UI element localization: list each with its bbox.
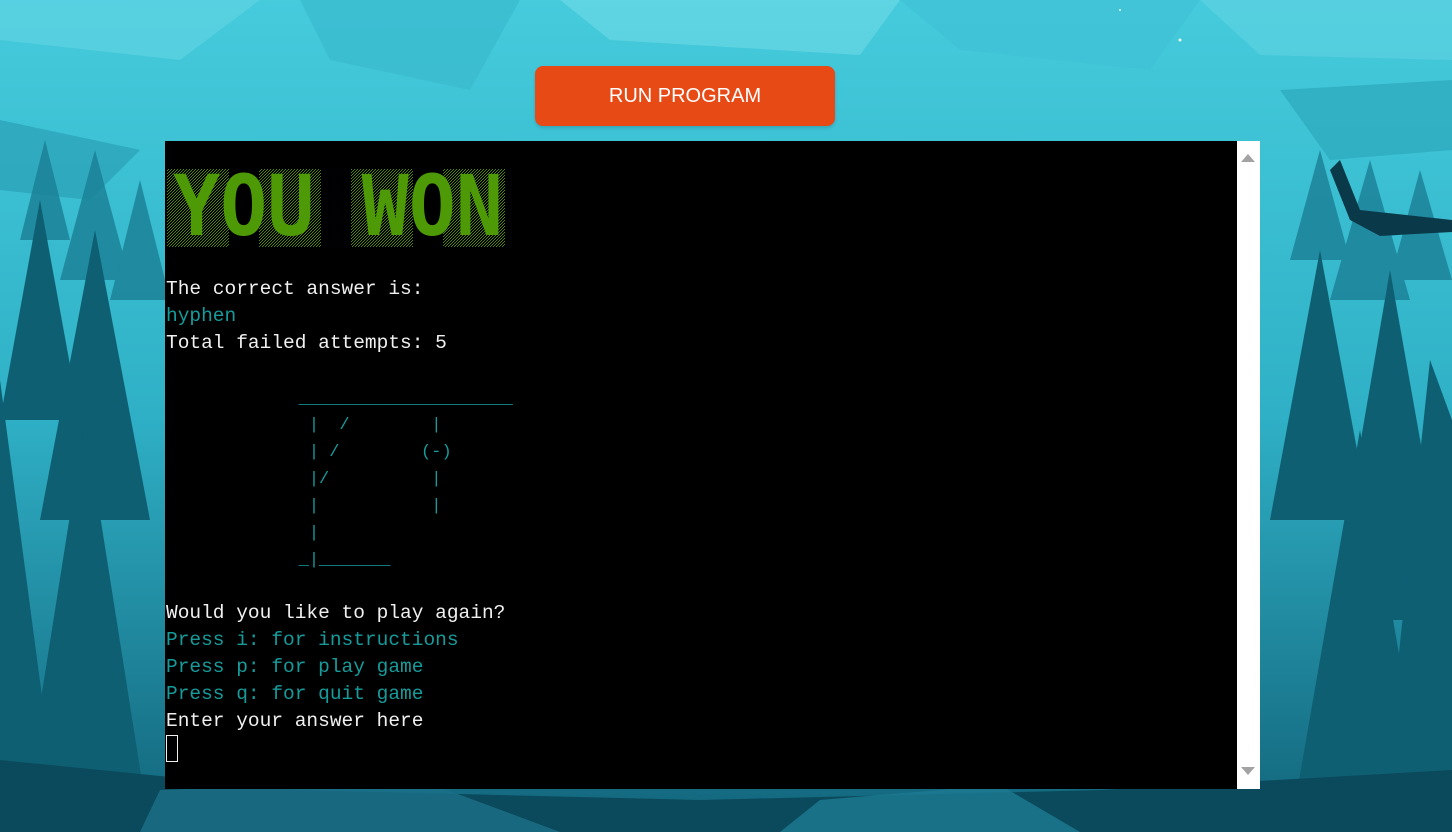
terminal-scrollbar[interactable] xyxy=(1237,141,1260,789)
gallows-line: |/ | xyxy=(166,470,442,489)
option-quit: Press q: for quit game xyxy=(166,683,424,705)
failed-attempts-count: Total failed attempts: 5 xyxy=(166,332,447,354)
terminal-output: YOU WON The correct answer is: hyphen To… xyxy=(165,141,1237,789)
scroll-up-arrow-icon[interactable] xyxy=(1241,154,1255,162)
answer-prompt: Enter your answer here xyxy=(166,710,424,732)
play-again-prompt: Would you like to play again? xyxy=(166,602,506,624)
correct-answer-label: The correct answer is: xyxy=(166,278,424,300)
you-won-banner-text: YOU WON xyxy=(173,163,503,253)
gallows-line: | | xyxy=(166,497,442,516)
scroll-track[interactable] xyxy=(1237,171,1260,759)
gallows-line: | xyxy=(166,524,320,543)
gallows-line: | / (-) xyxy=(166,443,452,462)
gallows-line: _____________________ xyxy=(166,390,513,409)
terminal-window[interactable]: YOU WON The correct answer is: hyphen To… xyxy=(165,141,1260,789)
you-won-banner: YOU WON xyxy=(167,163,505,253)
terminal-input-cursor[interactable] xyxy=(166,735,178,762)
gallows-line: | / | xyxy=(166,416,442,435)
option-instructions: Press i: for instructions xyxy=(166,629,459,651)
answer-word: hyphen xyxy=(166,305,237,327)
scroll-down-arrow-icon[interactable] xyxy=(1241,767,1255,775)
run-program-button[interactable]: RUN PROGRAM xyxy=(535,66,835,126)
gallows-line: _|_______ xyxy=(166,551,391,570)
option-play: Press p: for play game xyxy=(166,656,424,678)
